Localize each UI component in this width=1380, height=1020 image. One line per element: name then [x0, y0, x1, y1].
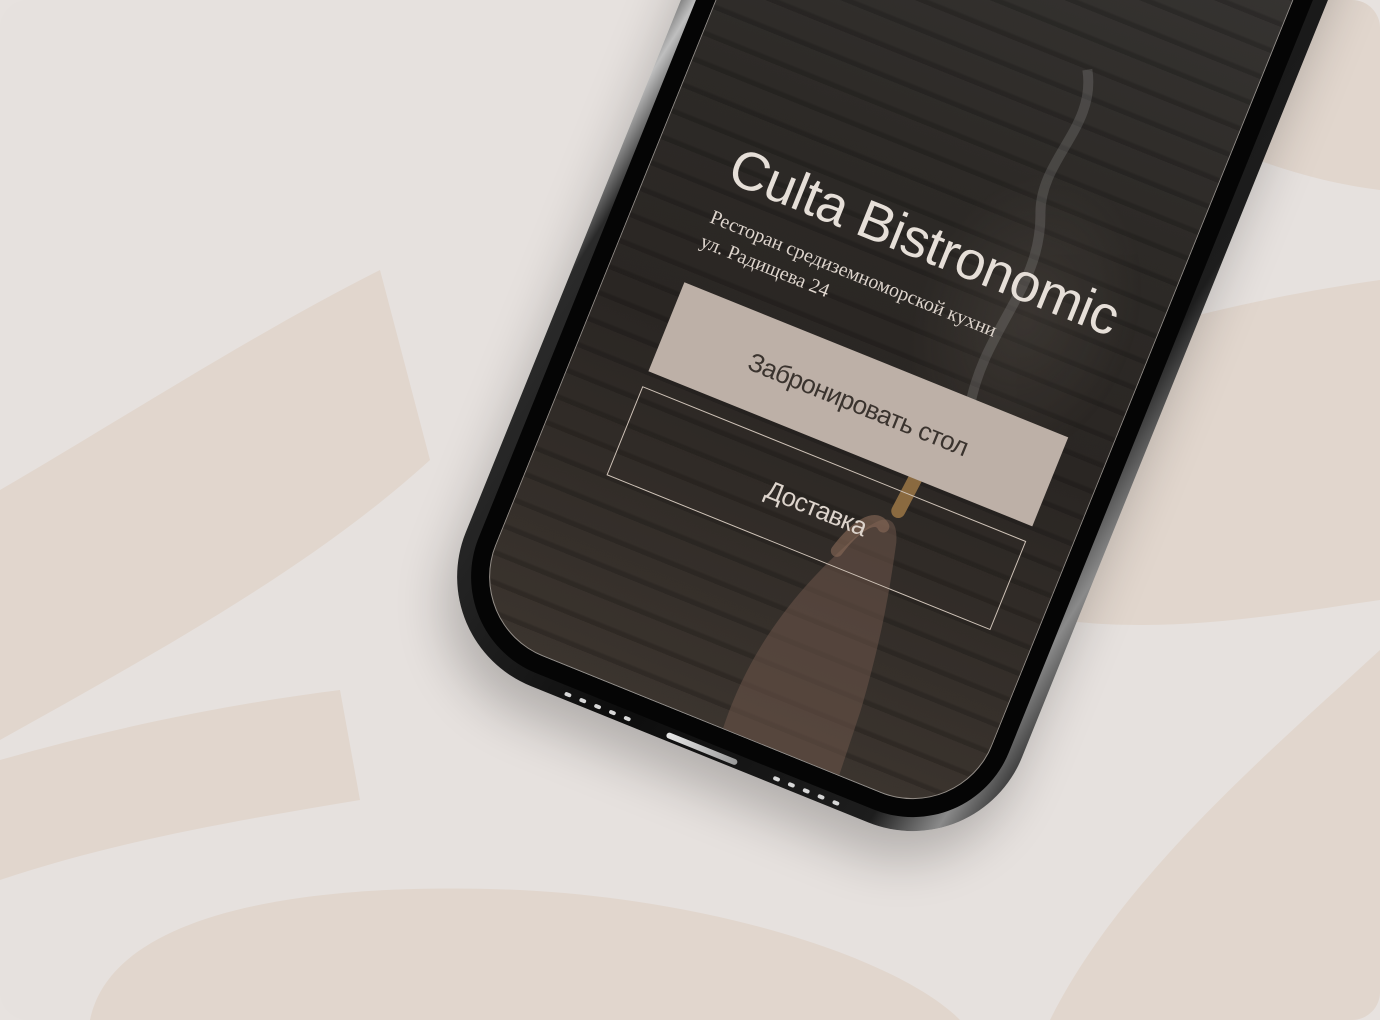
mockup-canvas: Culta Bistronomic Ресторан средиземномор…: [0, 0, 1380, 1020]
